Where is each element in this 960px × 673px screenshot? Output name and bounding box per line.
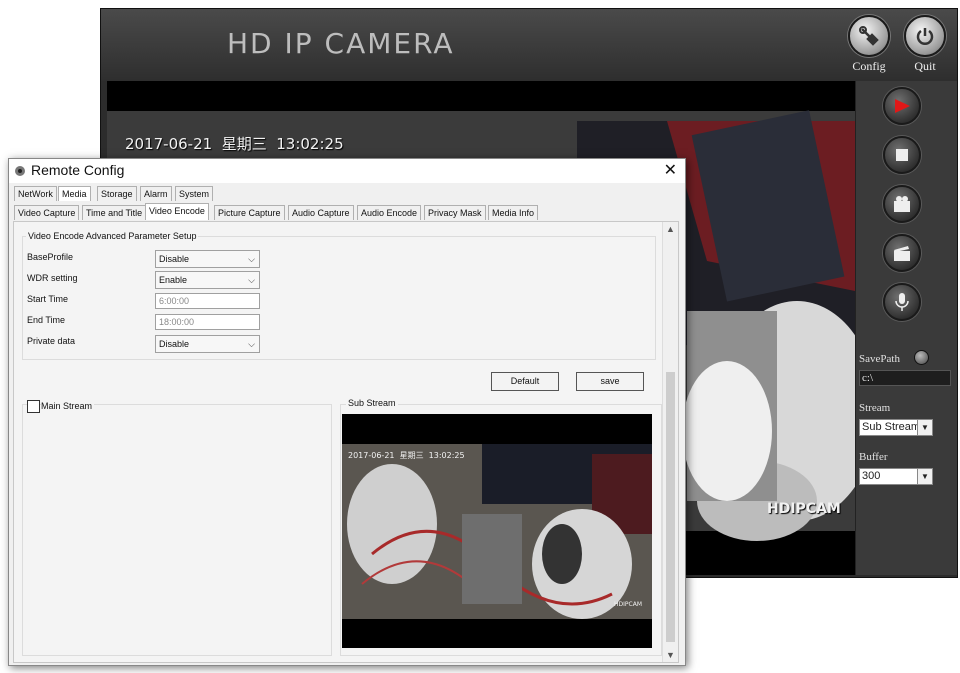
stream-label: Stream bbox=[859, 402, 891, 414]
group-title: Video Encode Advanced Parameter Setup bbox=[26, 231, 199, 241]
app-title: HD IP CAMERA bbox=[227, 27, 455, 60]
record-icon bbox=[894, 196, 910, 212]
video-encode-panel: Video Encode Advanced Parameter Setup Ba… bbox=[13, 221, 679, 663]
tab-storage[interactable]: Storage bbox=[97, 186, 137, 201]
chevron-down-icon: ⌵ bbox=[248, 254, 255, 264]
stream-select-value: Sub Stream bbox=[862, 421, 921, 433]
vertical-scrollbar[interactable]: ▲ ▼ bbox=[662, 222, 678, 662]
advanced-parameter-group bbox=[22, 236, 656, 360]
wdr-label: WDR setting bbox=[27, 273, 78, 283]
play-icon bbox=[895, 99, 910, 113]
app-icon bbox=[15, 166, 25, 176]
sub-stream-preview[interactable]: 2017-06-21 星期三 13:02:25 HDIPCAM bbox=[342, 414, 652, 648]
savepath-label: SavePath bbox=[859, 353, 900, 365]
tab-video-encode[interactable]: Video Encode bbox=[145, 203, 209, 220]
main-stream-checkbox[interactable] bbox=[27, 400, 40, 413]
scroll-down-icon[interactable]: ▼ bbox=[666, 650, 675, 660]
baseprofile-select[interactable]: Disable ⌵ bbox=[155, 250, 260, 268]
sub-osd-watermark: HDIPCAM bbox=[614, 601, 642, 608]
chevron-down-icon: ▼ bbox=[917, 469, 932, 484]
tab-system[interactable]: System bbox=[175, 186, 214, 201]
tab-media-info[interactable]: Media Info bbox=[488, 205, 539, 220]
tab-media[interactable]: Media bbox=[58, 186, 91, 201]
power-icon bbox=[904, 15, 946, 57]
tab-audio-encode[interactable]: Audio Encode bbox=[357, 205, 422, 220]
end-time-field[interactable]: 18:00:00 bbox=[155, 314, 260, 330]
scroll-up-icon[interactable]: ▲ bbox=[666, 224, 675, 234]
wrench-icon bbox=[848, 15, 890, 57]
osd-watermark: HDIPCAM bbox=[767, 501, 841, 517]
main-stream-group bbox=[22, 404, 332, 656]
record-button[interactable] bbox=[883, 185, 921, 223]
control-side-panel: SavePath c:\ Stream Sub Stream ▼ Buffer … bbox=[855, 81, 957, 575]
stream-select[interactable]: Sub Stream ▼ bbox=[859, 419, 933, 436]
wdr-value: Enable bbox=[159, 275, 188, 285]
close-button[interactable]: ✕ bbox=[664, 160, 677, 180]
tab-video-capture[interactable]: Video Capture bbox=[14, 205, 80, 220]
baseprofile-label: BaseProfile bbox=[27, 252, 74, 262]
microphone-button[interactable] bbox=[883, 283, 921, 321]
private-data-select[interactable]: Disable ⌵ bbox=[155, 335, 260, 353]
sub-stream-label: Sub Stream bbox=[346, 398, 398, 408]
private-data-value: Disable bbox=[159, 339, 190, 349]
baseprofile-value: Disable bbox=[159, 254, 190, 264]
wdr-select[interactable]: Enable ⌵ bbox=[155, 271, 260, 289]
remote-config-dialog: Remote Config ✕ NetWork Media Storage Al… bbox=[8, 158, 686, 666]
chevron-down-icon: ⌵ bbox=[248, 275, 255, 285]
osd-timestamp: 2017-06-21 星期三 13:02:25 bbox=[125, 135, 344, 153]
private-data-label: Private data bbox=[27, 336, 76, 346]
buffer-label: Buffer bbox=[859, 451, 888, 463]
tab-picture-capture[interactable]: Picture Capture bbox=[214, 205, 285, 220]
quit-button[interactable]: Quit bbox=[903, 15, 947, 74]
start-time-field[interactable]: 6:00:00 bbox=[155, 293, 260, 309]
scroll-thumb[interactable] bbox=[666, 372, 675, 642]
tab-audio-capture[interactable]: Audio Capture bbox=[288, 205, 354, 220]
microphone-icon bbox=[895, 293, 909, 311]
savepath-field[interactable]: c:\ bbox=[859, 370, 951, 386]
config-label: Config bbox=[852, 59, 886, 73]
default-button[interactable]: Default bbox=[491, 372, 559, 391]
stop-button[interactable] bbox=[883, 136, 921, 174]
main-stream-label: Main Stream bbox=[41, 401, 95, 411]
buffer-select-value: 300 bbox=[862, 470, 881, 482]
snapshot-icon bbox=[894, 246, 910, 261]
chevron-down-icon: ▼ bbox=[917, 420, 932, 435]
config-button[interactable]: Config bbox=[847, 15, 891, 74]
quit-label: Quit bbox=[914, 59, 936, 73]
dialog-title-bar: Remote Config ✕ bbox=[9, 159, 685, 183]
sub-osd-timestamp: 2017-06-21 星期三 13:02:25 bbox=[348, 451, 465, 460]
chevron-down-icon: ⌵ bbox=[248, 339, 255, 349]
browse-folder-icon[interactable] bbox=[914, 350, 929, 365]
play-button[interactable] bbox=[883, 87, 921, 125]
tab-time-and-title[interactable]: Time and Title bbox=[82, 205, 147, 220]
stop-icon bbox=[896, 149, 908, 161]
camera-title-bar: HD IP CAMERA Config Quit bbox=[101, 9, 957, 81]
tab-network[interactable]: NetWork bbox=[14, 186, 57, 201]
tab-privacy-mask[interactable]: Privacy Mask bbox=[424, 205, 486, 220]
dialog-title: Remote Config bbox=[31, 162, 125, 178]
start-time-label: Start Time bbox=[27, 294, 69, 304]
tab-alarm[interactable]: Alarm bbox=[140, 186, 172, 201]
buffer-select[interactable]: 300 ▼ bbox=[859, 468, 933, 485]
end-time-label: End Time bbox=[27, 315, 66, 325]
save-button[interactable]: save bbox=[576, 372, 644, 391]
snapshot-button[interactable] bbox=[883, 234, 921, 272]
